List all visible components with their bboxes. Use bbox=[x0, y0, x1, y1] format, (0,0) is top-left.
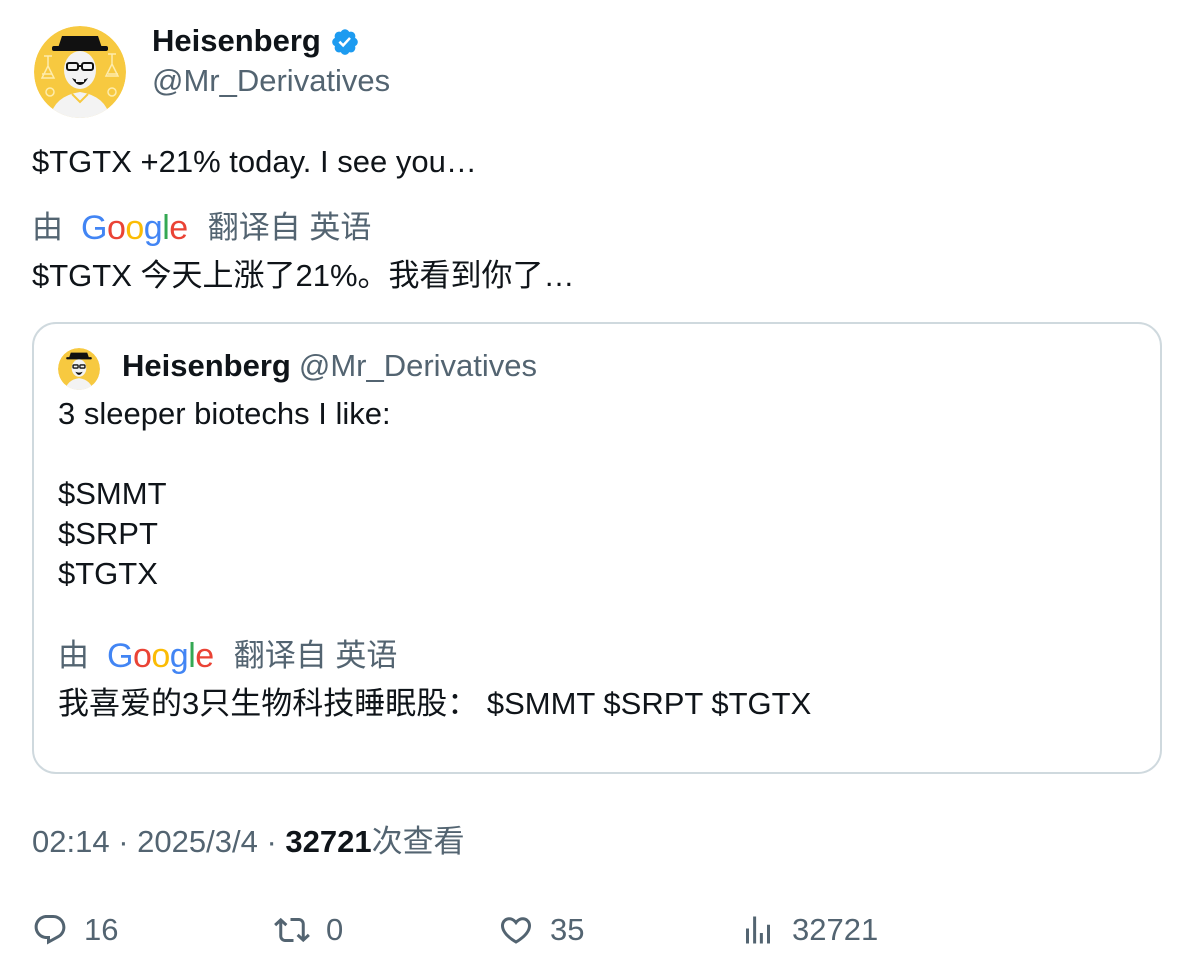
google-logo-icon: Google bbox=[81, 209, 188, 247]
tweet-meta: 02:14 · 2025/3/4 · 32721次查看 bbox=[32, 822, 465, 862]
heart-icon bbox=[500, 917, 532, 944]
like-button[interactable]: 35 bbox=[498, 908, 584, 952]
translation-attribution[interactable]: 由 Google 翻译自 英语 bbox=[32, 208, 371, 248]
author-name-row[interactable]: Heisenberg bbox=[152, 22, 360, 60]
author-handle[interactable]: @Mr_Derivatives bbox=[152, 62, 390, 100]
reply-icon bbox=[34, 915, 66, 945]
repost-count: 0 bbox=[326, 912, 344, 947]
translated-by-label: 由 bbox=[32, 210, 63, 245]
repost-icon bbox=[274, 917, 310, 943]
quoted-text-line: 3 sleeper biotechs I like: bbox=[58, 396, 391, 431]
translated-tweet-text: $TGTX 今天上涨了21%。我看到你了… bbox=[32, 258, 575, 293]
analytics-icon bbox=[746, 916, 770, 944]
meta-separator: · bbox=[118, 824, 129, 859]
view-count-suffix: 次查看 bbox=[371, 824, 465, 859]
tweet-date[interactable]: 2025/3/4 bbox=[137, 824, 258, 859]
meta-separator: · bbox=[266, 824, 277, 859]
author-avatar[interactable] bbox=[34, 26, 126, 118]
quoted-translation-attribution[interactable]: 由 Google 翻译自 英语 bbox=[58, 636, 397, 676]
quoted-text-line: $SRPT bbox=[58, 516, 158, 551]
verified-badge-icon bbox=[332, 29, 358, 55]
quoted-translated-text: 我喜爱的3只生物科技睡眠股： $SMMT $SRPT $TGTX bbox=[58, 686, 812, 721]
translated-by-label: 由 bbox=[58, 638, 89, 673]
google-logo-icon: Google bbox=[107, 637, 214, 675]
tweet-text: $TGTX +21% today. I see you… bbox=[32, 144, 477, 179]
reply-button[interactable]: 16 bbox=[32, 908, 118, 952]
quoted-author-handle: @Mr_Derivatives bbox=[298, 348, 538, 383]
quoted-tweet-card[interactable]: Heisenberg @Mr_Derivatives 3 sleeper biot… bbox=[32, 322, 1162, 774]
view-count: 32721 bbox=[285, 824, 372, 859]
author-name[interactable]: Heisenberg bbox=[152, 22, 321, 60]
repost-button[interactable]: 0 bbox=[274, 908, 343, 952]
quoted-author: Heisenberg @Mr_Derivatives bbox=[122, 346, 537, 386]
translated-from-label: 翻译自 英语 bbox=[207, 210, 372, 245]
quoted-text-line: $TGTX bbox=[58, 556, 158, 591]
reply-count: 16 bbox=[84, 912, 119, 947]
views-button[interactable]: 32721 bbox=[740, 908, 878, 952]
quoted-author-name: Heisenberg bbox=[122, 348, 291, 383]
quoted-author-avatar bbox=[58, 348, 100, 390]
like-count: 35 bbox=[550, 912, 585, 947]
translated-from-label: 翻译自 英语 bbox=[233, 638, 398, 673]
quoted-text-line: $SMMT bbox=[58, 476, 167, 511]
tweet-time[interactable]: 02:14 bbox=[32, 824, 110, 859]
views-count: 32721 bbox=[792, 912, 879, 947]
